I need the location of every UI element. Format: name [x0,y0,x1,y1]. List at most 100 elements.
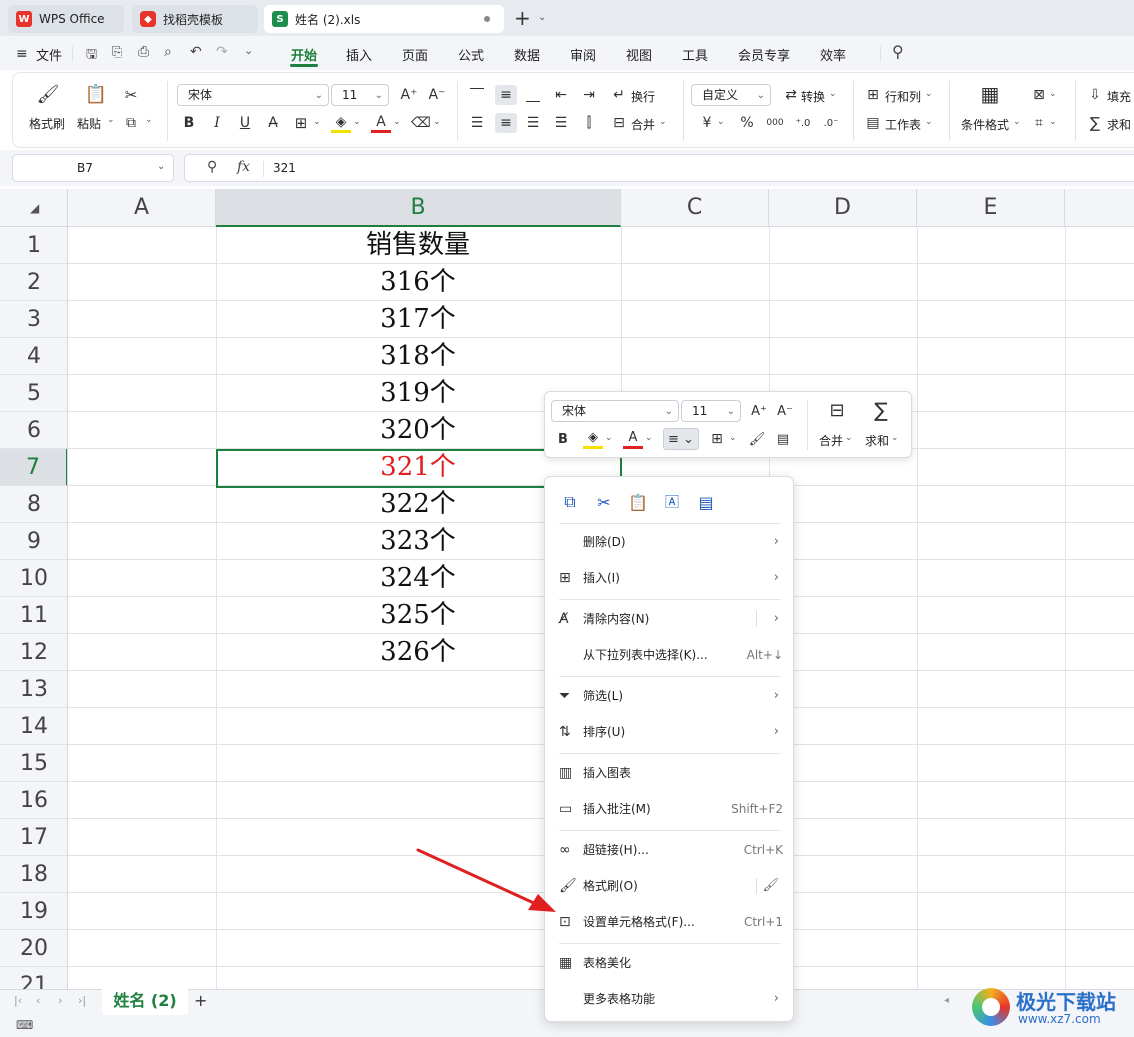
worksheet-icon[interactable]: ▤ [863,113,883,133]
cut-icon[interactable]: ✂ [593,491,615,513]
row-header-15[interactable]: 15 [0,745,67,782]
save-icon[interactable]: 🖫 [86,45,97,67]
font-size-select[interactable]: 11 ⌄ [331,84,389,106]
undo-icon[interactable]: ↶ [190,44,202,60]
next-sheet-icon[interactable]: › [58,994,62,1007]
column-header-e[interactable]: E [917,189,1065,227]
align-center-icon[interactable]: ≡ [495,113,517,133]
borders-icon[interactable]: ⊞ [291,113,311,133]
borders-chevron-icon[interactable]: ⌄ [313,117,321,127]
align-middle-icon[interactable]: ≡ [495,85,517,105]
column-header-d[interactable]: D [769,189,917,227]
eraser-chevron-icon[interactable]: ⌄ [433,117,441,127]
last-sheet-icon[interactable]: ›| [78,994,86,1007]
row-header-19[interactable]: 19 [0,893,67,930]
row-header-3[interactable]: 3 [0,301,67,338]
conditional-format-button[interactable]: 条件格式 [961,116,1009,133]
convert-chevron-icon[interactable]: ⌄ [829,89,837,99]
sum-button[interactable]: 求和 [1107,116,1131,133]
font-color-chevron-icon[interactable]: ⌄ [393,117,401,127]
zoom-formula-icon[interactable]: ⚲ [207,159,217,175]
cell-b2[interactable]: 316个 [216,264,620,301]
column-header-c[interactable]: C [621,189,769,227]
search-icon[interactable]: ⚲ [892,42,904,61]
cell-style-chevron-icon[interactable]: ⌄ [1049,89,1057,99]
context-menu-item[interactable]: ▭ 插入批注(M) Shift+F2 [555,794,785,824]
row-header-10[interactable]: 10 [0,560,67,597]
worksheet-button[interactable]: 工作表 [885,116,921,133]
paste-icon[interactable]: 📋 [85,83,107,105]
row-header-12[interactable]: 12 [0,634,67,671]
format-painter-icon[interactable]: 🖌 [37,83,60,105]
align-right-icon[interactable]: ☰ [523,113,543,133]
row-header-6[interactable]: 6 [0,412,67,449]
number-format-select[interactable]: 自定义 ⌄ [691,84,771,106]
sheet-tab-active[interactable]: 姓名 (2) [102,989,188,1015]
eraser-icon[interactable]: ⌫ [411,113,431,133]
mini-merge-chevron-icon[interactable]: ⌄ [845,433,853,443]
font-color-icon[interactable]: A [371,113,391,133]
fill-button[interactable]: 填充 [1107,88,1131,105]
redo-icon[interactable]: ↷ [216,44,228,60]
paste-icon[interactable]: 📋 [627,491,649,513]
copy-icon[interactable]: ⧉ [559,491,581,513]
fill-color-icon[interactable]: ◈ [331,113,351,133]
menu-efficiency[interactable]: 效率 [820,45,846,64]
column-header-b[interactable]: B [216,189,621,227]
decrease-font-icon[interactable]: A⁻ [427,85,447,105]
cut-icon[interactable]: ✂ [121,85,141,105]
name-box[interactable]: B7 ⌄ [12,154,174,182]
menu-view[interactable]: 视图 [626,45,652,64]
thousands-button[interactable]: 000 [765,113,785,133]
menu-data[interactable]: 数据 [514,45,540,64]
mini-font-color-chevron-icon[interactable]: ⌄ [645,433,653,443]
context-menu-item[interactable]: 从下拉列表中选择(K)... Alt+↓ [555,640,785,670]
mini-decrease-font-icon[interactable]: A⁻ [775,401,795,421]
quick-access-chevron-icon[interactable]: ⌄ [244,44,253,57]
column-header-a[interactable]: A [68,189,216,227]
menu-formula[interactable]: 公式 [458,45,484,64]
tab-docer-templates[interactable]: ◆ 找稻壳模板 [132,5,258,33]
context-menu-item[interactable]: 🖌 格式刷(O) 🖌 [555,871,785,901]
mini-sum-chevron-icon[interactable]: ⌄ [891,433,899,443]
rows-cols-button[interactable]: 行和列 [885,88,921,105]
scroll-left-icon[interactable]: ◂ [944,995,949,1006]
conditional-format-icon[interactable]: ▦ [977,81,1003,107]
fx-icon[interactable]: fx [237,159,250,175]
row-header-13[interactable]: 13 [0,671,67,708]
context-menu-item[interactable]: ∞ 超链接(H)... Ctrl+K [555,835,785,865]
format-painter-lock-icon[interactable]: 🖌 [762,871,779,901]
distributed-align-icon[interactable]: ⫿ [579,113,599,133]
print-preview-icon[interactable]: ⌕ [164,44,172,60]
merge-button[interactable]: 合并 [631,116,655,133]
paste-special-icon[interactable]: ▤ [695,491,717,513]
convert-button[interactable]: 转换 [801,88,825,105]
mini-format-icon[interactable]: ▤ [773,429,793,449]
row-header-5[interactable]: 5 [0,375,67,412]
rows-cols-icon[interactable]: ⊞ [863,85,883,105]
freeze-chevron-icon[interactable]: ⌄ [1049,117,1057,127]
currency-button[interactable]: ¥ [697,113,717,133]
context-menu-item[interactable]: ⊡ 设置单元格格式(F)... Ctrl+1 [555,907,785,937]
row-header-9[interactable]: 9 [0,523,67,560]
row-header-11[interactable]: 11 [0,597,67,634]
context-menu-item[interactable]: ⇅ 排序(U) › [555,717,785,747]
merge-cells-icon[interactable]: ⊟ [609,113,629,133]
first-sheet-icon[interactable]: |‹ [14,994,22,1007]
italic-button[interactable]: I [207,113,227,133]
row-header-4[interactable]: 4 [0,338,67,375]
row-header-7[interactable]: 7 [0,449,67,486]
freeze-icon[interactable]: ⌗ [1029,113,1049,133]
context-menu-item[interactable]: 删除(D) › [555,527,785,557]
row-header-16[interactable]: 16 [0,782,67,819]
menu-insert[interactable]: 插入 [346,45,372,64]
menu-review[interactable]: 审阅 [570,45,596,64]
context-menu-item[interactable]: ⏷ 筛选(L) › [555,681,785,711]
formula-input[interactable]: 321 [273,161,296,175]
tab-wps-office[interactable]: W WPS Office [8,5,124,33]
cell-b4[interactable]: 318个 [216,338,620,375]
mini-sum-button[interactable]: 求和 [865,432,889,449]
context-menu-item[interactable]: ▦ 表格美化 [555,948,785,978]
align-bottom-icon[interactable]: ⎽ [523,85,543,105]
percent-button[interactable]: % [737,113,757,133]
